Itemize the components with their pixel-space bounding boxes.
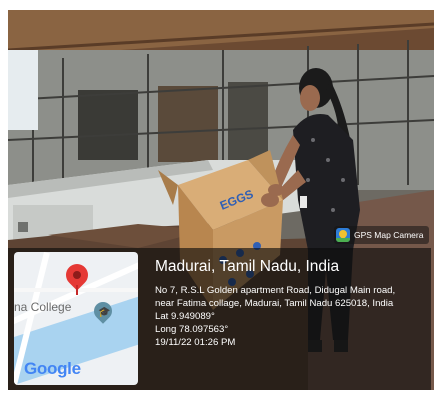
map-place-label: na College xyxy=(14,300,72,314)
badge-label: GPS Map Camera xyxy=(354,230,424,240)
location-info: Madurai, Tamil Nadu, India No 7, R.S.L G… xyxy=(155,258,430,349)
map-pin-stem xyxy=(76,285,78,295)
google-logo: Google xyxy=(24,359,81,378)
gps-map-camera-icon xyxy=(336,228,350,242)
longitude: Long 78.097563° xyxy=(155,324,229,335)
school-cap-glyph: 🎓 xyxy=(98,307,111,318)
map-thumbnail: na College 🎓 Google xyxy=(14,252,138,385)
geotagged-photo-frame: EGGS GPS Map Camera na College 🎓 Google … xyxy=(0,0,440,394)
address-line-1: No 7, R.S.L Golden apartment Road, Didug… xyxy=(155,285,396,296)
map-pin-dot xyxy=(73,271,81,279)
address-line-2: near Fatima collage, Madurai, Tamil Nadu… xyxy=(155,298,394,309)
timestamp: 19/11/22 01:26 PM xyxy=(155,337,236,348)
place-title: Madurai, Tamil Nadu, India xyxy=(155,258,340,275)
gps-map-camera-badge: GPS Map Camera xyxy=(334,226,429,244)
latitude: Lat 9.949089° xyxy=(155,311,215,322)
